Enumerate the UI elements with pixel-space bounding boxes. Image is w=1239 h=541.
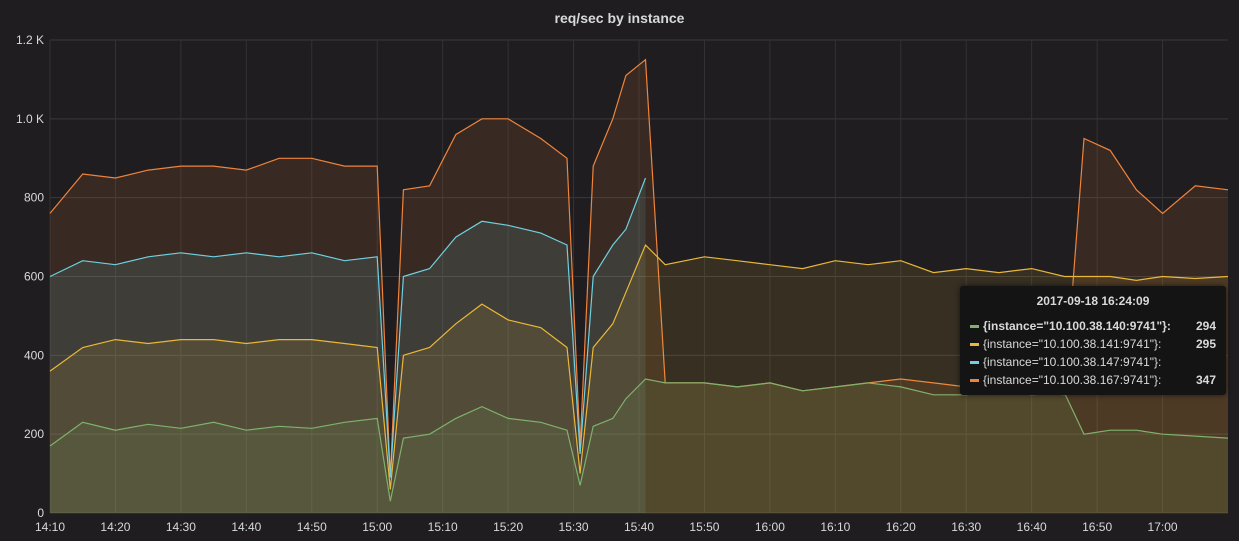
x-tick-label: 16:40 xyxy=(1017,520,1047,534)
chart-area[interactable]: 0 200 400 600 800 1.0 K 1.2 K 14:10 14:20 14:30 14… xyxy=(0,0,1239,541)
y-tick-label: 400 xyxy=(24,348,44,362)
x-tick-label: 14:20 xyxy=(100,520,130,534)
x-tick-label: 14:40 xyxy=(231,520,261,534)
tooltip-series-name: {instance="10.100.38.141:9741"}: xyxy=(983,337,1162,351)
y-tick-label: 1.0 K xyxy=(16,112,44,126)
y-tick-label: 200 xyxy=(24,427,44,441)
tooltip-series-name: {instance="10.100.38.140:9741"}: xyxy=(983,319,1171,333)
x-tick-label: 15:40 xyxy=(624,520,654,534)
x-tick-label: 17:00 xyxy=(1148,520,1178,534)
tooltip-row: {instance="10.100.38.141:9741"}: 295 xyxy=(970,335,1216,353)
y-tick-label: 1.2 K xyxy=(16,33,44,47)
y-tick-label: 600 xyxy=(24,270,44,284)
x-tick-label: 14:50 xyxy=(297,520,327,534)
series-swatch xyxy=(970,342,979,346)
x-tick-label: 16:30 xyxy=(951,520,981,534)
series-swatch xyxy=(970,378,979,382)
tooltip-series-value: 294 xyxy=(1195,319,1216,333)
x-tick-label: 14:10 xyxy=(35,520,65,534)
tooltip-row: {instance="10.100.38.167:9741"}: 347 xyxy=(970,371,1216,389)
x-tick-label: 15:00 xyxy=(362,520,392,534)
hover-tooltip: 2017-09-18 16:24:09 {instance="10.100.38… xyxy=(960,286,1226,395)
series-swatch xyxy=(970,324,979,328)
tooltip-series-name: {instance="10.100.38.167:9741"}: xyxy=(983,373,1162,387)
x-tick-label: 16:20 xyxy=(886,520,916,534)
x-tick-label: 15:10 xyxy=(428,520,458,534)
series-swatch xyxy=(970,360,979,364)
x-tick-label: 16:50 xyxy=(1082,520,1112,534)
y-tick-label: 0 xyxy=(37,506,44,520)
x-tick-label: 16:10 xyxy=(820,520,850,534)
tooltip-time: 2017-09-18 16:24:09 xyxy=(1036,294,1150,308)
x-tick-label: 15:50 xyxy=(689,520,719,534)
tooltip-series-value: 347 xyxy=(1195,373,1216,387)
y-tick-label: 800 xyxy=(24,191,44,205)
tooltip-series-name: {instance="10.100.38.147:9741"}: xyxy=(983,355,1162,369)
x-tick-label: 16:00 xyxy=(755,520,785,534)
x-tick-label: 15:20 xyxy=(493,520,523,534)
tooltip-series-value: 295 xyxy=(1195,337,1216,351)
x-tick-label: 15:30 xyxy=(559,520,589,534)
x-tick-label: 14:30 xyxy=(166,520,196,534)
tooltip-row: {instance="10.100.38.147:9741"}: xyxy=(970,353,1216,371)
tooltip-row: {instance="10.100.38.140:9741"}: 294 xyxy=(970,317,1216,335)
